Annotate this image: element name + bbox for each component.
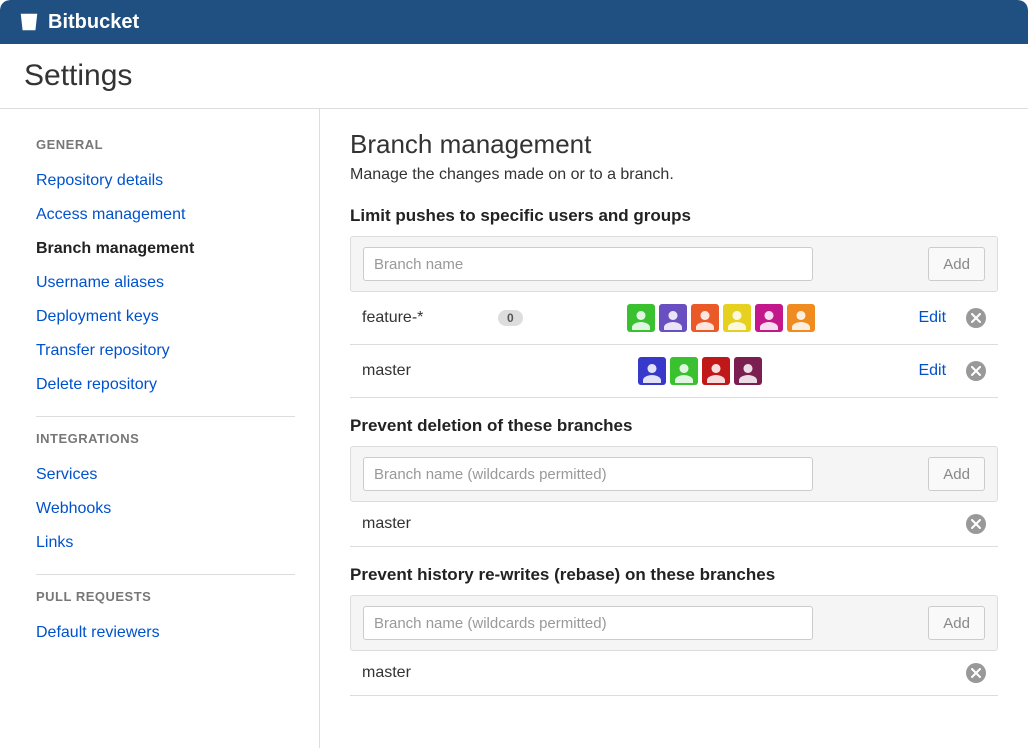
sidebar-item-label: Links — [36, 534, 73, 551]
prevent-rebase-add-row: Add — [350, 595, 998, 651]
sidebar-item-delete-repository[interactable]: Delete repository — [36, 368, 295, 402]
sidebar-item-label: Repository details — [36, 172, 163, 189]
nav-section-title: PULL REQUESTS — [36, 589, 295, 604]
sidebar-item-access-management[interactable]: Access management — [36, 198, 295, 232]
avatar — [691, 304, 719, 332]
avatar — [723, 304, 751, 332]
nav-divider — [36, 574, 295, 575]
sidebar-item-label: Access management — [36, 206, 185, 223]
prevent-rebase-row: master — [350, 651, 998, 696]
user-avatars — [627, 304, 815, 332]
sidebar-item-label: Webhooks — [36, 500, 111, 517]
sidebar-item-label: Transfer repository — [36, 342, 170, 359]
limit-push-heading: Limit pushes to specific users and group… — [350, 206, 998, 226]
sidebar-item-label: Services — [36, 466, 97, 483]
limit-push-row: feature-* 0 Edit — [350, 292, 998, 345]
avatar — [702, 357, 730, 385]
page-title-bar: Settings — [0, 44, 1028, 109]
sidebar-item-branch-management[interactable]: Branch management — [36, 232, 295, 266]
page-title: Settings — [24, 59, 1004, 93]
nav-section-title: GENERAL — [36, 137, 295, 152]
branch-name: master — [362, 664, 482, 682]
prevent-delete-heading: Prevent deletion of these branches — [350, 416, 998, 436]
limit-push-branch-input[interactable] — [363, 247, 813, 281]
nav-divider — [36, 416, 295, 417]
main-subtitle: Manage the changes made on or to a branc… — [350, 166, 998, 184]
sidebar-item-deployment-keys[interactable]: Deployment keys — [36, 300, 295, 334]
main-heading: Branch management — [350, 129, 998, 160]
prevent-rebase-branch-input[interactable] — [363, 606, 813, 640]
avatar — [659, 304, 687, 332]
prevent-delete-row: master — [350, 502, 998, 547]
brand[interactable]: Bitbucket — [18, 11, 139, 34]
sidebar-item-repository-details[interactable]: Repository details — [36, 164, 295, 198]
settings-sidebar: GENERAL Repository details Access manageme… — [0, 109, 320, 748]
user-avatars — [638, 357, 762, 385]
prevent-rebase-heading: Prevent history re-writes (rebase) on th… — [350, 565, 998, 585]
avatar — [787, 304, 815, 332]
prevent-delete-add-row: Add — [350, 446, 998, 502]
sidebar-item-label: Deployment keys — [36, 308, 159, 325]
topbar: Bitbucket — [0, 0, 1028, 44]
remove-button[interactable] — [966, 308, 986, 328]
branch-name: feature-* — [362, 309, 482, 327]
limit-push-row: master Edit — [350, 345, 998, 398]
prevent-delete-branch-input[interactable] — [363, 457, 813, 491]
branch-name: master — [362, 362, 482, 380]
limit-push-add-row: Add — [350, 236, 998, 292]
prevent-delete-add-button[interactable]: Add — [928, 457, 985, 491]
sidebar-item-label: Username aliases — [36, 274, 164, 291]
sidebar-item-label: Delete repository — [36, 376, 157, 393]
brand-text: Bitbucket — [48, 11, 139, 34]
sidebar-item-services[interactable]: Services — [36, 458, 295, 492]
avatar — [734, 357, 762, 385]
remove-button[interactable] — [966, 361, 986, 381]
prevent-rebase-add-button[interactable]: Add — [928, 606, 985, 640]
sidebar-item-webhooks[interactable]: Webhooks — [36, 492, 295, 526]
remove-button[interactable] — [966, 514, 986, 534]
main-panel: Branch management Manage the changes mad… — [320, 109, 1028, 748]
limit-push-add-button[interactable]: Add — [928, 247, 985, 281]
avatar — [670, 357, 698, 385]
remove-button[interactable] — [966, 663, 986, 683]
sidebar-item-username-aliases[interactable]: Username aliases — [36, 266, 295, 300]
sidebar-item-transfer-repository[interactable]: Transfer repository — [36, 334, 295, 368]
user-count-badge: 0 — [498, 310, 523, 326]
branch-name: master — [362, 515, 482, 533]
sidebar-item-label: Default reviewers — [36, 624, 160, 641]
sidebar-item-label: Branch management — [36, 240, 194, 257]
bitbucket-logo-icon — [18, 11, 40, 33]
avatar — [627, 304, 655, 332]
sidebar-item-links[interactable]: Links — [36, 526, 295, 560]
edit-link[interactable]: Edit — [918, 309, 946, 327]
nav-section-title: INTEGRATIONS — [36, 431, 295, 446]
sidebar-item-default-reviewers[interactable]: Default reviewers — [36, 616, 295, 650]
avatar — [755, 304, 783, 332]
avatar — [638, 357, 666, 385]
edit-link[interactable]: Edit — [918, 362, 946, 380]
